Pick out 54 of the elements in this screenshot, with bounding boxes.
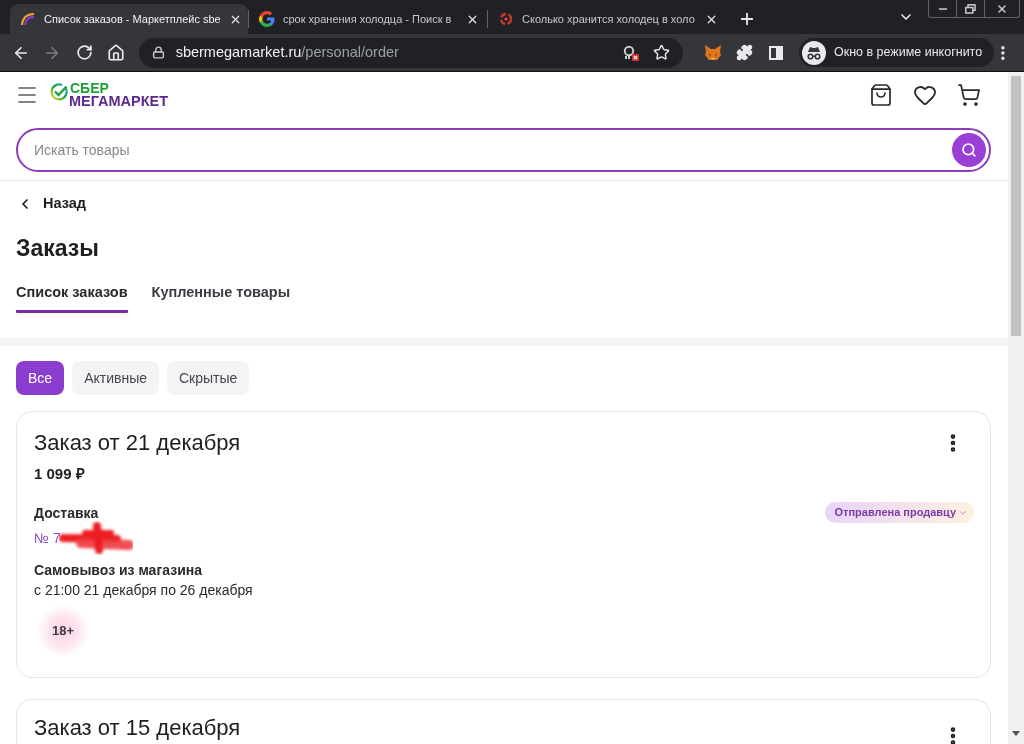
page-tab[interactable]: Список заказов <box>16 282 128 313</box>
tab-title: Список заказов - Маркетплейс sbe <box>44 12 221 27</box>
home-icon[interactable] <box>106 43 125 62</box>
order-card[interactable]: Заказ от 15 декабря <box>16 699 991 744</box>
pickup-label: Самовывоз из магазина <box>34 561 202 579</box>
browser-tab[interactable]: Список заказов - Маркетплейс sbe <box>10 4 248 34</box>
order-title: Заказ от 15 декабря <box>34 715 241 741</box>
lock-icon <box>151 46 165 59</box>
filter-chip[interactable]: Скрытые <box>167 361 250 395</box>
close-icon <box>996 2 1008 15</box>
heart-icon[interactable] <box>913 83 937 107</box>
incognito-indicator[interactable]: Окно в режиме инкогнито <box>798 38 995 67</box>
restore-icon <box>965 3 976 14</box>
reload-icon[interactable] <box>75 44 93 61</box>
order-card[interactable]: Заказ от 21 декабря 1 099 ₽ Доставка Отправлена продавцу № 7 Самовывоз из магазина с 21:00 21 декабря по 26 декабря 18+ <box>16 411 991 678</box>
fox-extension-icon[interactable] <box>703 44 722 61</box>
search-field[interactable]: Искать товары <box>16 128 991 172</box>
pickup-window: с 21:00 21 декабря по 26 декабря <box>34 581 253 599</box>
search-icon <box>961 142 977 158</box>
order-number-link[interactable]: № 7 <box>34 529 61 547</box>
status-badge[interactable]: Отправлена продавцу <box>824 502 974 523</box>
filter-chip[interactable]: Активные <box>72 361 159 395</box>
new-tab-icon[interactable] <box>738 10 756 28</box>
puzzle-icon[interactable] <box>736 44 753 61</box>
search-input[interactable]: Искать товары <box>34 139 952 161</box>
incognito-label: Окно в режиме инкогнито <box>833 44 983 62</box>
star-icon[interactable] <box>653 44 670 61</box>
scrollbar[interactable] <box>1008 72 1024 744</box>
page-tab[interactable]: Купленные товары <box>151 282 291 313</box>
url-text: sbermegamarket.ru/personal/order <box>175 42 399 62</box>
back-link[interactable]: Назад <box>16 192 86 216</box>
delivery-label: Доставка <box>34 503 99 522</box>
swirl-favicon-icon <box>498 11 514 27</box>
bag-icon[interactable] <box>869 83 893 107</box>
check-circle-logo-icon <box>50 83 68 101</box>
search-button[interactable] <box>952 133 986 167</box>
arc-favicon-icon <box>20 11 36 27</box>
filter-chip[interactable]: Все <box>16 361 65 395</box>
side-panel-icon[interactable] <box>769 45 784 60</box>
order-title: Заказ от 21 декабря <box>34 429 241 457</box>
google-g-icon <box>259 11 275 27</box>
logo[interactable]: СБЕР МЕГАМАРКЕТ <box>69 82 169 108</box>
scrollbar-thumb[interactable] <box>1011 76 1021 336</box>
age-rating-badge: 18+ <box>37 605 89 657</box>
incognito-icon <box>801 40 826 65</box>
scroll-down-arrow-icon[interactable] <box>1012 731 1020 736</box>
tab-title: Сколько хранится холодец в холо <box>522 12 696 27</box>
address-bar[interactable]: sbermegamarket.ru/personal/order <box>138 37 683 68</box>
page-title: Заказы <box>16 234 99 262</box>
tab-title: срок хранения холодца - Поиск в <box>283 12 453 27</box>
scribble-icon <box>58 521 133 555</box>
order-price: 1 099 ₽ <box>34 464 85 484</box>
cart-icon[interactable] <box>957 83 981 107</box>
blocked-tracking-icon[interactable] <box>623 44 639 61</box>
